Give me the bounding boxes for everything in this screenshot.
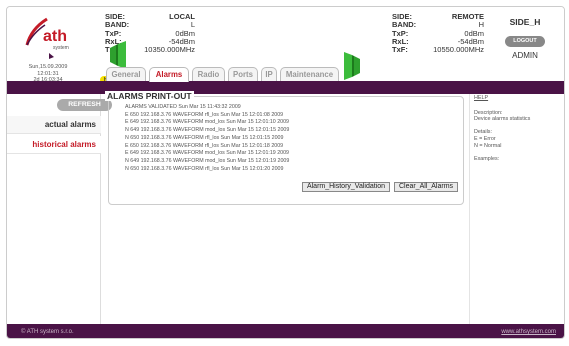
help-line: Device alarms statistics <box>474 116 531 123</box>
remote-txf-label: TxF: <box>392 45 408 55</box>
alarm-list: ALARMS VALIDATED Sun Mar 15 11:43:32 200… <box>125 104 289 173</box>
help-line: Examples: <box>474 155 500 162</box>
list-item: N 650 192.168.3.76 WAVEFORM rfl_los Sun … <box>125 165 284 172</box>
list-item: E 649 192.168.3.76 WAVEFORM mod_los Sun … <box>125 119 290 126</box>
user-role: ADMIN <box>512 51 538 60</box>
local-txf-value: 10350.000MHz <box>144 45 195 55</box>
list-item: ALARMS VALIDATED Sun Mar 15 11:43:32 200… <box>125 104 241 110</box>
list-item: N 649 192.168.3.76 WAVEFORM mod_los Sun … <box>125 157 290 164</box>
list-item: E 650 192.168.3.76 WAVEFORM rfl_los Sun … <box>125 111 284 118</box>
help-divider <box>469 94 470 324</box>
help-spacer <box>474 123 562 130</box>
list-item: E 650 192.168.3.76 WAVEFORM rfl_los Sun … <box>125 142 284 149</box>
sidebar: REFRESH actual alarms historical alarms <box>7 94 112 324</box>
logo-brand-text: ath <box>43 28 67 45</box>
logo-sub-text: system <box>53 45 69 51</box>
website-link[interactable]: www.athsystem.com <box>501 324 556 338</box>
logout-button[interactable]: LOGOUT <box>505 36 545 47</box>
tab-radio[interactable]: Radio <box>192 67 225 81</box>
tab-maintenance[interactable]: Maintenance <box>280 67 339 81</box>
list-item: E 649 192.168.3.76 WAVEFORM mod_los Sun … <box>125 150 290 157</box>
list-item: N 650 192.168.3.76 WAVEFORM rfl_los Sun … <box>125 134 284 141</box>
remote-device-icon[interactable] <box>340 51 364 81</box>
side-indicator: SIDE_H <box>509 17 541 27</box>
help-line: N = Normal <box>474 142 502 149</box>
tab-general[interactable]: General <box>106 67 146 81</box>
nav-band <box>7 81 564 94</box>
footer: © ATH system s.r.o. www.athsystem.com <box>7 324 564 338</box>
remote-txf-value: 10550.000MHz <box>433 45 484 55</box>
remote-info: SIDE: REMOTE BAND: H TxP: 0dBm RxL: -54dBm T… <box>392 12 484 55</box>
help-panel: HELP Description: Device alarms statisti… <box>474 95 562 162</box>
refresh-button[interactable]: REFRESH <box>57 99 112 111</box>
help-spacer <box>474 149 562 156</box>
copyright-text: © ATH system s.r.o. <box>21 329 74 335</box>
list-item: N 649 192.168.3.76 WAVEFORM mod_los Sun … <box>125 127 290 134</box>
sidebar-item-historical-alarms[interactable]: historical alarms <box>7 136 101 154</box>
alarm-history-validation-button[interactable]: Alarm_History_Validation <box>302 182 390 192</box>
help-line: E = Error <box>474 135 496 142</box>
tab-ports[interactable]: Ports <box>228 67 258 81</box>
brand-logo: ath system <box>21 13 81 61</box>
sidebar-item-actual-alarms[interactable]: actual alarms <box>7 116 101 134</box>
panel-title: ALARMS PRINT-OUT <box>105 91 194 101</box>
app-frame: ath system Sun,15.09.2009 12:01:31 2d 16… <box>6 6 565 339</box>
help-line: Details: <box>474 129 492 136</box>
help-title[interactable]: HELP <box>474 95 562 102</box>
help-line: Description: <box>474 109 503 116</box>
tab-alarms[interactable]: Alarms <box>149 67 189 82</box>
clear-all-alarms-button[interactable]: Clear_All_Alarms <box>394 182 458 192</box>
tab-ip[interactable]: IP <box>261 67 277 81</box>
local-device-icon[interactable] <box>106 40 130 70</box>
